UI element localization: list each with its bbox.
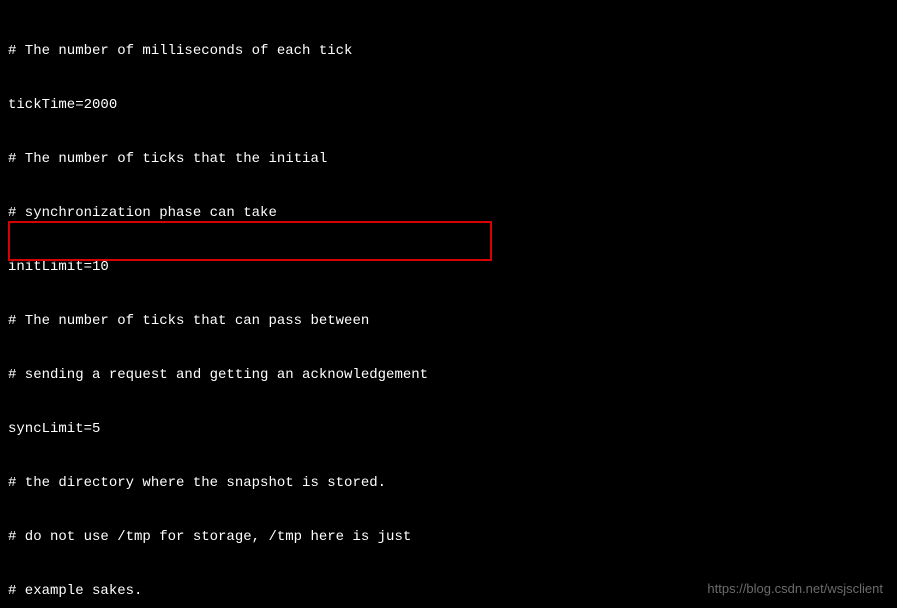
config-line: # the directory where the snapshot is st…: [8, 474, 889, 492]
config-line: # The number of ticks that the initial: [8, 150, 889, 168]
config-line: initLimit=10: [8, 258, 889, 276]
config-line: syncLimit=5: [8, 420, 889, 438]
highlight-annotation-box: [8, 221, 492, 261]
config-line: # example sakes.: [8, 582, 889, 600]
config-line: # sending a request and getting an ackno…: [8, 366, 889, 384]
terminal-editor[interactable]: # The number of milliseconds of each tic…: [0, 0, 897, 608]
config-line: tickTime=2000: [8, 96, 889, 114]
config-line: # The number of ticks that can pass betw…: [8, 312, 889, 330]
config-line: # do not use /tmp for storage, /tmp here…: [8, 528, 889, 546]
config-line: # synchronization phase can take: [8, 204, 889, 222]
config-line: # The number of milliseconds of each tic…: [8, 42, 889, 60]
